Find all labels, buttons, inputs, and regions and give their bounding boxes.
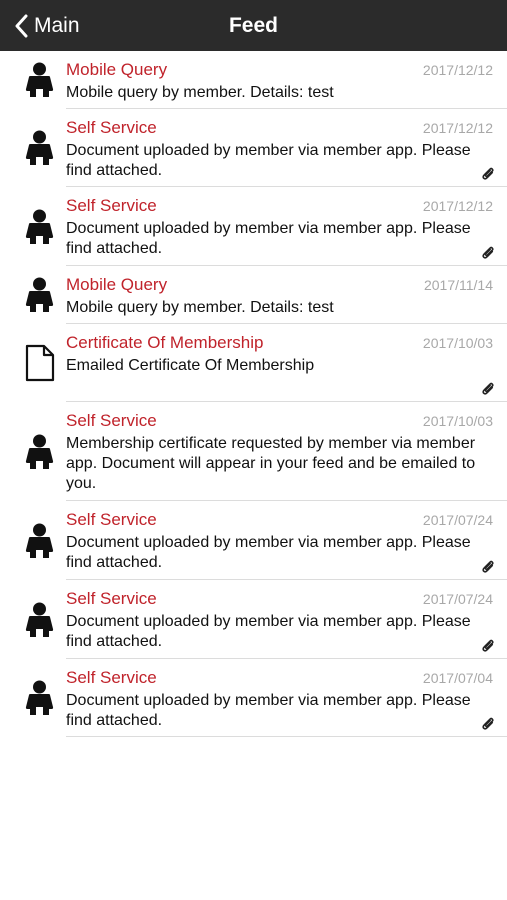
feed-item[interactable]: Self Service 2017/07/24 Document uploade… — [0, 580, 507, 659]
paperclip-icon[interactable] — [480, 166, 496, 182]
person-icon — [25, 434, 54, 469]
feed-item[interactable]: Self Service 2017/10/03 Membership certi… — [0, 402, 507, 501]
feed-item-description: Document uploaded by member via member a… — [66, 220, 471, 257]
person-icon — [25, 680, 54, 715]
paperclip-icon[interactable] — [480, 559, 496, 575]
feed-item[interactable]: Self Service 2017/07/24 Document uploade… — [0, 501, 507, 580]
document-icon — [25, 344, 55, 382]
chevron-left-icon — [15, 14, 28, 37]
feed-item-description: Document uploaded by member via member a… — [66, 534, 471, 571]
feed-item-title: Self Service — [66, 510, 157, 529]
feed-item[interactable]: Self Service 2017/12/12 Document uploade… — [0, 187, 507, 266]
back-button-label: Main — [34, 13, 80, 37]
feed-item-title: Self Service — [66, 196, 157, 215]
feed-item[interactable]: Certificate Of Membership 2017/10/03 Ema… — [0, 324, 507, 402]
feed-item-description: Document uploaded by member via member a… — [66, 142, 471, 179]
person-icon — [25, 277, 54, 312]
feed-list: Mobile Query 2017/12/12 Mobile query by … — [0, 51, 507, 737]
feed-item-description: Membership certificate requested by memb… — [66, 435, 476, 492]
person-icon — [25, 130, 54, 165]
feed-item-description: Mobile query by member. Details: test — [66, 84, 334, 101]
person-icon — [25, 209, 54, 244]
feed-item-description: Document uploaded by member via member a… — [66, 613, 471, 650]
feed-item-title: Self Service — [66, 589, 157, 608]
navigation-bar: Main Feed — [0, 0, 507, 51]
feed-item-title: Certificate Of Membership — [66, 333, 264, 352]
feed-item-date: 2017/07/04 — [422, 670, 493, 686]
paperclip-icon[interactable] — [480, 716, 496, 732]
paperclip-icon[interactable] — [480, 638, 496, 654]
person-icon — [25, 602, 54, 637]
feed-item-title: Self Service — [66, 411, 157, 430]
feed-item-description: Emailed Certificate Of Membership — [66, 357, 315, 374]
feed-item-date: 2017/07/24 — [422, 591, 493, 607]
feed-item-date: 2017/12/12 — [422, 120, 493, 136]
feed-item[interactable]: Self Service 2017/12/12 Document uploade… — [0, 109, 507, 187]
feed-item-title: Self Service — [66, 668, 157, 687]
feed-item[interactable]: Self Service 2017/07/04 Document uploade… — [0, 659, 507, 737]
feed-item-date: 2017/12/12 — [422, 198, 493, 214]
feed-item-description: Document uploaded by member via member a… — [66, 692, 471, 729]
feed-item[interactable]: Mobile Query 2017/12/12 Mobile query by … — [0, 51, 507, 109]
feed-item-title: Mobile Query — [66, 60, 168, 79]
feed-item-title: Self Service — [66, 118, 157, 137]
feed-item-title: Mobile Query — [66, 275, 168, 294]
feed-item-date: 2017/10/03 — [422, 335, 493, 351]
feed-item-date: 2017/12/12 — [422, 62, 493, 78]
paperclip-icon[interactable] — [480, 381, 496, 397]
person-icon — [25, 62, 54, 97]
feed-item-date: 2017/10/03 — [422, 413, 493, 429]
feed-item[interactable]: Mobile Query 2017/11/14 Mobile query by … — [0, 266, 507, 324]
back-button[interactable]: Main — [14, 0, 80, 51]
paperclip-icon[interactable] — [480, 245, 496, 261]
feed-item-date: 2017/07/24 — [422, 512, 493, 528]
feed-item-date: 2017/11/14 — [423, 277, 493, 293]
person-icon — [25, 523, 54, 558]
feed-item-description: Mobile query by member. Details: test — [66, 299, 334, 316]
